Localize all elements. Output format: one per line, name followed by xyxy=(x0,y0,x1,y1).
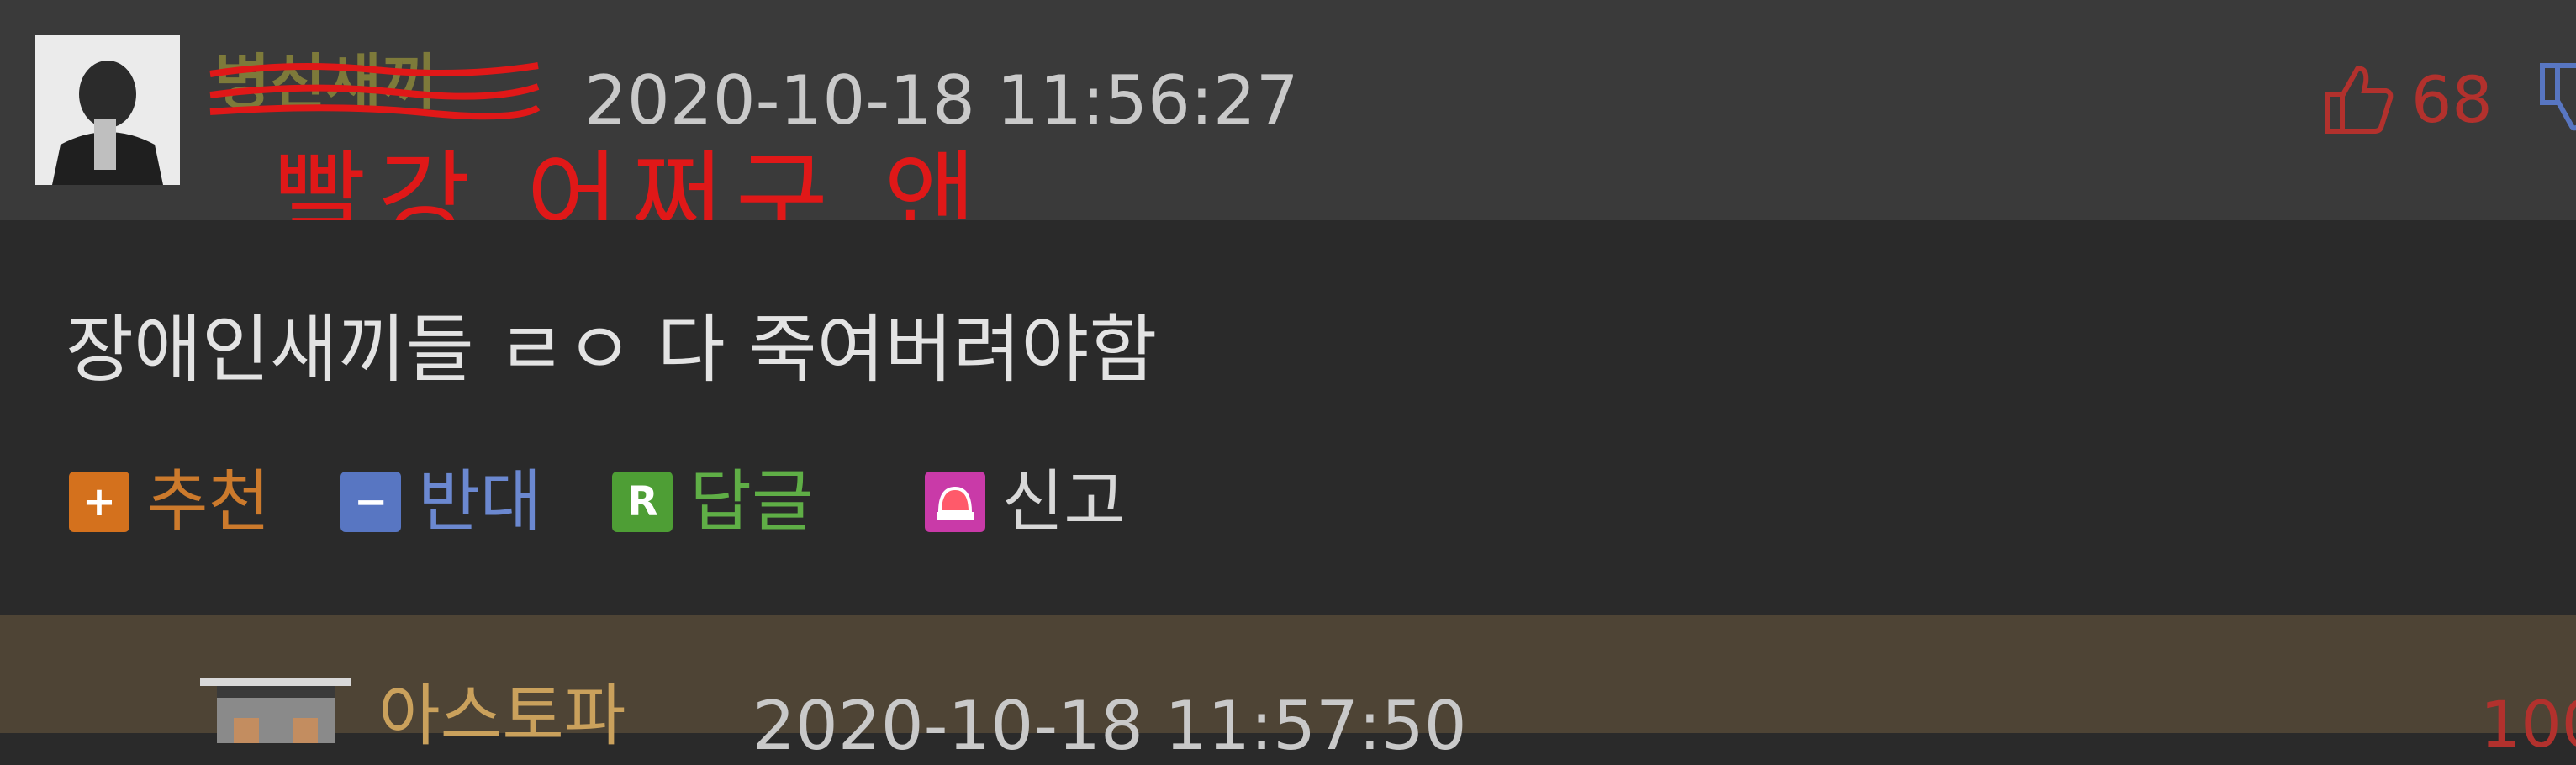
reply-label: 답글 xyxy=(689,462,814,541)
like-count: 68 xyxy=(2411,62,2493,137)
reply-timestamp: 2020-10-18 11:57:50 xyxy=(752,687,1467,765)
reply-like-count: 100 xyxy=(2480,687,2576,762)
comment-actions: + 추천 − 반대 R 답글 신고 xyxy=(69,468,1196,536)
oppose-label: 반대 xyxy=(418,462,542,541)
avatar[interactable] xyxy=(35,35,180,185)
plus-icon: + xyxy=(69,472,129,532)
reply-icon: R xyxy=(612,472,673,532)
reply-comment-row: 아스토파 2020-10-18 11:57:50 100 xyxy=(0,615,2576,760)
reply-button[interactable]: R 답글 xyxy=(612,462,814,541)
comment-body: 장애인새끼들 ㄹㅇ 다 죽여버려야함 + 추천 − 반대 R 답글 신고 xyxy=(0,220,2576,615)
comment-text: 장애인새끼들 ㄹㅇ 다 죽여버려야함 xyxy=(66,306,1158,393)
recommend-label: 추천 xyxy=(146,462,271,541)
oppose-button[interactable]: − 반대 xyxy=(340,468,541,536)
comment-header: 병신새끼 2020-10-18 11:56:27 빨강 어쩌구 앤 68 xyxy=(0,0,2576,251)
redaction-scribble xyxy=(209,62,541,120)
minus-icon: − xyxy=(340,472,402,532)
report-button[interactable]: 신고 xyxy=(924,462,1126,541)
recommend-button[interactable]: + 추천 xyxy=(69,468,270,536)
siren-icon xyxy=(924,472,985,532)
like-counter[interactable]: 68 xyxy=(2320,61,2493,140)
thumbs-up-icon[interactable] xyxy=(2320,61,2396,140)
reply-username[interactable]: 아스토파 xyxy=(378,683,626,750)
thumbs-down-icon[interactable] xyxy=(2536,61,2576,131)
report-label: 신고 xyxy=(1001,462,1126,541)
reply-avatar[interactable] xyxy=(200,659,351,743)
comment-timestamp: 2020-10-18 11:56:27 xyxy=(584,61,1299,140)
